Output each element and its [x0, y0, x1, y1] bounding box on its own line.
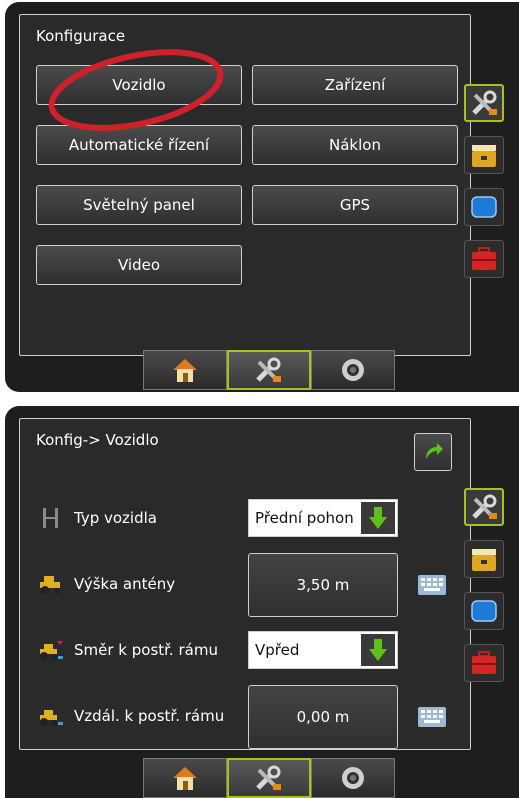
vehicle-type-label: Typ vozidla — [74, 509, 157, 527]
antenna-height-value: 3,50 m — [296, 576, 350, 594]
config-screen: Konfigurace Vozidlo Zařízení Automatické… — [5, 2, 519, 392]
dropdown-arrow-icon[interactable] — [361, 502, 395, 534]
settings-tab[interactable] — [227, 350, 311, 390]
back-arrow-icon — [426, 443, 443, 459]
page-title: Konfigurace — [36, 27, 126, 45]
vehicle-type-row: Typ vozidla — [36, 507, 157, 529]
vehicle-type-dropdown[interactable]: Přední pohon — [248, 499, 398, 537]
side-tab-toolbox[interactable] — [464, 644, 504, 682]
tractor-distance-icon — [36, 705, 66, 727]
settings-tab[interactable] — [227, 758, 311, 798]
bottom-nav — [143, 350, 395, 390]
back-button[interactable] — [414, 433, 452, 471]
boom-direction-dropdown[interactable]: Vpřed — [248, 631, 398, 669]
keyboard-icon[interactable] — [418, 707, 446, 727]
home-tab[interactable] — [143, 350, 227, 390]
tools-icon — [256, 765, 281, 790]
camera-tab[interactable] — [311, 350, 395, 390]
vehicle-config-screen: Konfig-> Vozidlo Typ vozidla Přední poho… — [5, 406, 519, 798]
tractor-icon — [36, 573, 66, 595]
boom-distance-label: Vzdál. k postř. rámu — [74, 707, 225, 725]
boom-direction-row: Směr k postř. rámu — [36, 639, 218, 661]
side-tab-screen[interactable] — [464, 592, 504, 630]
lightbar-button[interactable]: Světelný panel — [36, 185, 242, 225]
boom-direction-value: Vpřed — [255, 641, 300, 659]
boom-distance-row: Vzdál. k postř. rámu — [36, 705, 224, 727]
side-tab-screen[interactable] — [464, 188, 504, 226]
tools-icon — [256, 357, 281, 382]
tools-icon — [472, 494, 497, 519]
tractor-direction-icon — [36, 639, 66, 661]
home-icon — [173, 767, 197, 790]
vehicle-panel: Konfig-> Vozidlo Typ vozidla Přední poho… — [19, 418, 471, 750]
steering-type-icon — [36, 507, 66, 529]
keyboard-icon[interactable] — [418, 575, 446, 595]
side-tab-implement[interactable] — [464, 540, 504, 578]
antenna-height-value-box[interactable]: 3,50 m — [248, 553, 398, 617]
vehicle-type-value: Přední pohon — [255, 509, 354, 527]
antenna-height-label: Výška antény — [74, 575, 176, 593]
screen-icon — [471, 600, 497, 622]
camera-icon — [342, 359, 364, 381]
camera-tab[interactable] — [311, 758, 395, 798]
home-tab[interactable] — [143, 758, 227, 798]
side-tab-tools[interactable] — [464, 84, 504, 122]
side-tab-toolbox[interactable] — [464, 240, 504, 278]
tools-icon — [472, 90, 497, 115]
toolbox-icon — [472, 247, 496, 270]
implement-button[interactable]: Zařízení — [252, 65, 458, 105]
boom-distance-value-box[interactable]: 0,00 m — [248, 685, 398, 749]
boom-distance-value: 0,00 m — [296, 708, 350, 726]
video-button[interactable]: Video — [36, 245, 242, 285]
side-tab-implement[interactable] — [464, 136, 504, 174]
dropdown-arrow-icon[interactable] — [361, 634, 395, 666]
home-icon — [173, 359, 197, 382]
boom-direction-label: Směr k postř. rámu — [74, 641, 218, 659]
bottom-nav — [143, 758, 395, 798]
page-title: Konfig-> Vozidlo — [36, 431, 159, 449]
camera-icon — [342, 767, 364, 789]
implement-icon — [472, 145, 496, 167]
tilt-button[interactable]: Náklon — [252, 125, 458, 165]
gps-button[interactable]: GPS — [252, 185, 458, 225]
implement-icon — [472, 549, 496, 571]
highlight-ellipse — [48, 49, 224, 131]
toolbox-icon — [472, 651, 496, 674]
screen-icon — [471, 196, 497, 218]
antenna-height-row: Výška antény — [36, 573, 175, 595]
side-tab-tools[interactable] — [464, 488, 504, 526]
